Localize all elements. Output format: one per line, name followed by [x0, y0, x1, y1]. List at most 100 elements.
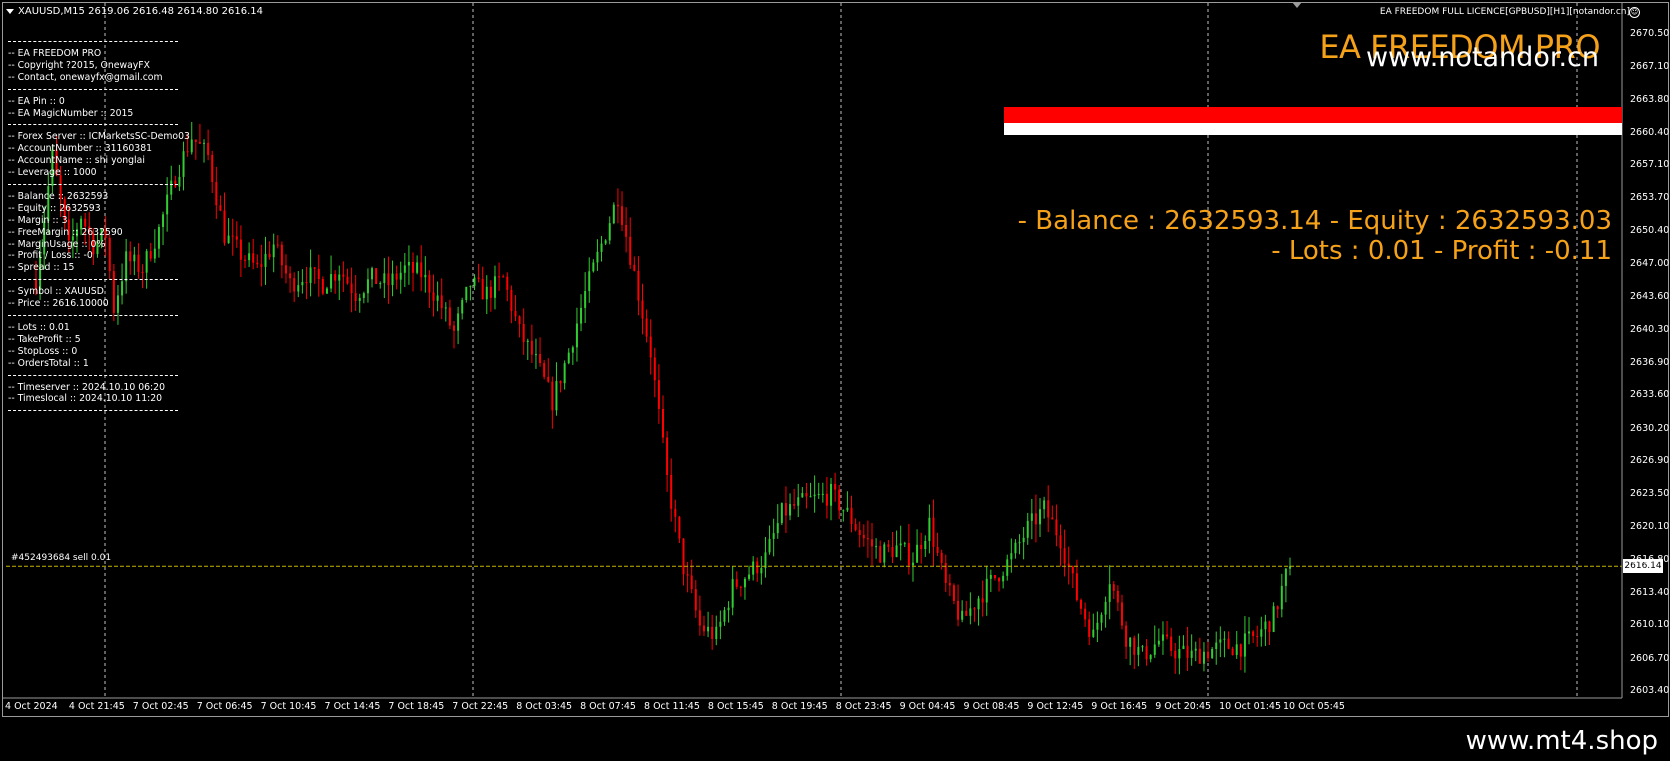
- bear-candle: [334, 274, 337, 281]
- separator: [8, 184, 178, 186]
- bull-candle: [485, 286, 488, 300]
- bear-candle: [1120, 602, 1123, 626]
- separator: [8, 374, 178, 376]
- bear-candle: [698, 610, 701, 626]
- bull-candle: [604, 240, 607, 244]
- bull-candle: [743, 578, 746, 588]
- bull-candle: [399, 272, 402, 280]
- ea-name: -- EA FREEDOM PRO: [8, 48, 102, 59]
- bear-candle: [629, 236, 632, 265]
- free-margin: -- FreeMargin :: 2632590: [8, 226, 123, 238]
- bear-candle: [694, 589, 697, 611]
- bear-candle: [1051, 517, 1054, 520]
- stop-loss: -- StopLoss :: 0: [8, 345, 78, 357]
- bear-candle: [1059, 535, 1062, 549]
- bull-candle: [182, 151, 185, 177]
- licence-label: EA FREEDOM FULL LICENCE[GPBUSD][H1][nota…: [1379, 7, 1630, 17]
- bull-candle: [461, 300, 464, 314]
- bull-candle: [875, 546, 878, 548]
- bull-candle: [555, 380, 558, 411]
- bull-candle: [248, 253, 251, 261]
- price-axis-label: 2606.70: [1630, 652, 1670, 664]
- time-axis-label: 10 Oct 05:45: [1283, 701, 1345, 712]
- price-axis-label: 2610.10: [1630, 619, 1670, 631]
- bull-candle: [1022, 537, 1025, 543]
- bear-candle: [735, 579, 738, 587]
- bull-candle: [588, 271, 591, 292]
- bull-candle: [297, 285, 300, 292]
- account-number: -- AccountNumber :: 31160381: [8, 143, 153, 155]
- ea-magic: -- EA MagicNumber :: 2015: [8, 107, 134, 119]
- bull-candle: [842, 510, 845, 512]
- bear-candle: [1071, 566, 1074, 574]
- bull-candle: [899, 543, 902, 546]
- bear-candle: [1075, 573, 1078, 600]
- bear-candle: [662, 408, 664, 438]
- bull-candle: [1026, 520, 1029, 538]
- bear-candle: [674, 508, 677, 517]
- bull-candle: [768, 538, 771, 553]
- ea-copyright: -- Copyright ?2015, OnewayFX: [8, 59, 150, 71]
- bear-candle: [539, 354, 542, 364]
- separator: [8, 315, 178, 317]
- bear-candle: [858, 529, 861, 535]
- bear-candle: [1170, 636, 1173, 651]
- leverage: -- Leverage :: 1000: [8, 167, 97, 179]
- chart-title: XAUUSD,M15 2619.06 2616.48 2614.80 2616.…: [6, 6, 263, 17]
- bull-candle: [764, 552, 767, 568]
- bull-candle: [580, 307, 583, 324]
- orders-total: -- OrdersTotal :: 1: [8, 357, 89, 369]
- bear-candle: [239, 239, 242, 260]
- bear-candle: [666, 437, 669, 475]
- bear-candle: [940, 552, 943, 563]
- timeserver: -- Timeserver :: 2024.10.10 06:20: [8, 381, 165, 393]
- bear-candle: [965, 610, 968, 616]
- time-axis-label: 8 Oct 03:45: [516, 701, 573, 712]
- bear-candle: [1034, 513, 1037, 525]
- bear-candle: [293, 278, 296, 292]
- price-axis-label: 2623.50: [1630, 488, 1670, 500]
- bull-candle: [227, 235, 230, 244]
- bear-candle: [219, 205, 222, 211]
- price-axis-label: 2643.60: [1630, 291, 1670, 303]
- bull-candle: [330, 274, 333, 289]
- price-axis-label: 2667.10: [1630, 61, 1670, 73]
- bull-candle: [977, 598, 980, 610]
- bear-candle: [887, 544, 890, 547]
- lots-profit-info: - Lots : 0.01 - Profit : -0.11: [1271, 236, 1612, 266]
- margin-usage: -- MarginUsage :: 0%: [8, 238, 106, 250]
- bear-candle: [711, 626, 714, 640]
- bull-candle: [715, 626, 718, 640]
- bull-candle: [403, 265, 406, 273]
- price-axis-label: 2653.70: [1630, 192, 1670, 204]
- bull-candle: [1100, 614, 1103, 623]
- candles: [35, 122, 1291, 675]
- bear-candle: [702, 625, 705, 632]
- bear-candle: [784, 503, 787, 516]
- equity: -- Equity :: 2632593: [8, 202, 101, 214]
- bear-candle: [510, 289, 513, 312]
- bear-candle: [1231, 648, 1234, 655]
- bear-candle: [936, 546, 939, 553]
- order-label[interactable]: #452493684 sell 0.01: [11, 553, 111, 563]
- bear-candle: [428, 274, 431, 293]
- bear-candle: [686, 574, 689, 576]
- price-axis-label: 2620.10: [1630, 521, 1670, 533]
- bull-candle: [407, 261, 410, 266]
- dropdown-icon[interactable]: [6, 8, 14, 14]
- bear-candle: [625, 224, 628, 237]
- expert-smile-icon[interactable]: ☺: [1629, 7, 1640, 18]
- bull-candle: [752, 561, 755, 575]
- bear-candle: [1084, 608, 1087, 620]
- bear-candle: [879, 546, 882, 563]
- bull-candle: [1190, 650, 1193, 658]
- time-axis-label: 9 Oct 20:45: [1155, 701, 1212, 712]
- bull-candle: [1108, 584, 1111, 602]
- bull-candle: [1043, 500, 1046, 510]
- bull-candle: [584, 291, 587, 308]
- ea-contact: -- Contact, onewayfx@gmail.com: [8, 71, 163, 83]
- bull-candle: [338, 274, 341, 281]
- bear-candle: [432, 292, 435, 301]
- bull-candle: [371, 268, 374, 280]
- bear-candle: [289, 273, 292, 279]
